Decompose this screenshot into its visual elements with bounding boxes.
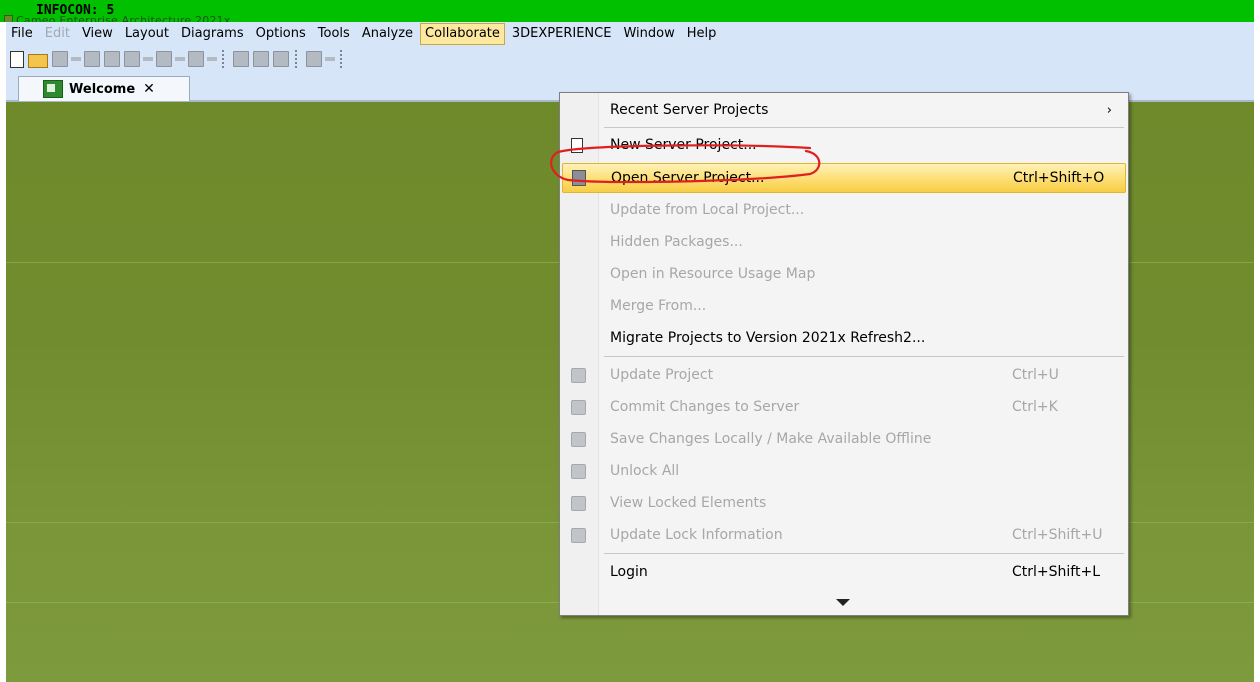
menu-item-migrate-projects[interactable]: Migrate Projects to Version 2021x Refres… <box>560 323 1126 353</box>
tab-welcome[interactable]: Welcome ✕ <box>18 76 190 101</box>
print-icon[interactable] <box>84 51 100 67</box>
menu-item-unlock-all[interactable]: Unlock All <box>560 456 1126 486</box>
update-project-icon <box>571 368 586 383</box>
menu-file[interactable]: File <box>6 23 38 45</box>
open-project-icon[interactable] <box>28 54 48 68</box>
menu-tools[interactable]: Tools <box>313 23 355 45</box>
menu-separator <box>604 553 1124 554</box>
chevron-right-icon: › <box>1106 102 1112 118</box>
find-icon[interactable] <box>124 51 140 67</box>
lock-info-icon <box>571 528 586 543</box>
menu-item-hidden-packages[interactable]: Hidden Packages... <box>560 227 1126 257</box>
menu-item-commit-changes[interactable]: Commit Changes to Server Ctrl+K <box>560 392 1126 422</box>
menu-item-open-in-resource-usage-map[interactable]: Open in Resource Usage Map <box>560 259 1126 289</box>
menu-collaborate[interactable]: Collaborate <box>420 23 505 45</box>
menu-item-new-server-project[interactable]: New Server Project... <box>560 130 1126 160</box>
main-toolbar <box>6 46 1254 72</box>
undo-dropdown-icon[interactable] <box>175 57 185 61</box>
unlock-icon <box>571 464 586 479</box>
validate-icon[interactable] <box>253 51 269 67</box>
app-icon <box>4 15 13 22</box>
menu-item-recent-server-projects[interactable]: Recent Server Projects › <box>560 95 1126 125</box>
menu-item-update-from-local-project[interactable]: Update from Local Project... <box>560 195 1126 225</box>
new-project-icon[interactable] <box>10 50 24 68</box>
menu-window[interactable]: Window <box>618 23 679 45</box>
commit-icon <box>571 400 586 415</box>
menu-bar: File Edit View Layout Diagrams Options T… <box>6 22 1254 46</box>
menu-view[interactable]: View <box>77 23 118 45</box>
close-icon[interactable]: ✕ <box>143 81 155 97</box>
menu-item-open-server-project[interactable]: Open Server Project... Ctrl+Shift+O <box>562 163 1126 193</box>
locked-elements-icon <box>571 496 586 511</box>
menu-item-update-project[interactable]: Update Project Ctrl+U <box>560 360 1126 390</box>
edit-icon[interactable] <box>233 51 249 67</box>
app-window: File Edit View Layout Diagrams Options T… <box>6 22 1254 682</box>
menu-item-save-changes-locally[interactable]: Save Changes Locally / Make Available Of… <box>560 424 1126 454</box>
more-items-arrow-icon[interactable] <box>836 599 850 606</box>
save-icon[interactable] <box>52 51 68 67</box>
save-dropdown-icon[interactable] <box>71 57 81 61</box>
menu-item-view-locked-elements[interactable]: View Locked Elements <box>560 488 1126 518</box>
find-dropdown-icon[interactable] <box>143 57 153 61</box>
menu-edit[interactable]: Edit <box>40 23 75 45</box>
tab-welcome-label: Welcome <box>69 81 136 97</box>
print-preview-icon[interactable] <box>104 51 120 67</box>
copy-icon[interactable] <box>306 51 322 67</box>
document-icon <box>571 138 583 153</box>
infocon-label: INFOCON: 5 <box>36 3 115 18</box>
save-icon <box>571 432 586 447</box>
menu-3dexperience[interactable]: 3DEXPERIENCE <box>507 23 617 45</box>
menu-options[interactable]: Options <box>251 23 311 45</box>
toolbar-separator <box>222 50 227 68</box>
menu-separator <box>604 127 1124 128</box>
menu-analyze[interactable]: Analyze <box>357 23 418 45</box>
menu-item-update-lock-information[interactable]: Update Lock Information Ctrl+Shift+U <box>560 520 1126 550</box>
infocon-bar: Cameo Enterprise Architecture 2021x INFO… <box>0 0 1254 22</box>
menu-layout[interactable]: Layout <box>120 23 174 45</box>
redo-dropdown-icon[interactable] <box>207 57 217 61</box>
copy-dropdown-icon[interactable] <box>325 57 335 61</box>
settings-icon[interactable] <box>273 51 289 67</box>
toolbar-separator <box>340 50 345 68</box>
menu-separator <box>604 356 1124 357</box>
redo-icon[interactable] <box>188 51 204 67</box>
menu-item-merge-from[interactable]: Merge From... <box>560 291 1126 321</box>
undo-icon[interactable] <box>156 51 172 67</box>
server-project-icon <box>572 170 586 186</box>
menu-item-login[interactable]: Login Ctrl+Shift+L <box>560 557 1126 587</box>
welcome-icon <box>43 80 63 98</box>
menu-diagrams[interactable]: Diagrams <box>176 23 249 45</box>
menu-help[interactable]: Help <box>682 23 722 45</box>
collaborate-dropdown: Recent Server Projects › New Server Proj… <box>559 92 1129 616</box>
toolbar-separator <box>295 50 300 68</box>
